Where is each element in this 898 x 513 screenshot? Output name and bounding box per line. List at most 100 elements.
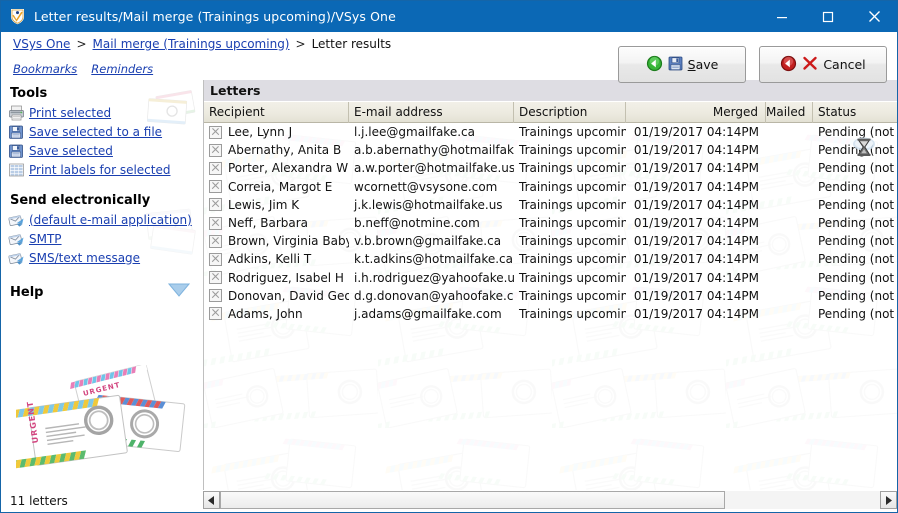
send-default-email-application-label: (default e-mail application) xyxy=(29,212,192,227)
minimize-button[interactable] xyxy=(759,1,805,32)
column-header-status[interactable]: Status xyxy=(813,102,896,123)
tool-save-selected[interactable]: Save selected xyxy=(2,141,202,160)
cell-merged: 01/19/2017 04:14PM xyxy=(633,197,759,212)
close-button[interactable] xyxy=(851,1,897,32)
table-row[interactable]: Donovan, David George d.g.donovan@yahoofa… xyxy=(204,287,897,305)
cell-email: b.neff@notmine.com xyxy=(354,216,480,231)
help-section-header[interactable]: Help xyxy=(2,283,202,301)
table-row[interactable]: Porter, Alexandra W a.w.porter@hotmailfak… xyxy=(204,159,897,177)
column-header-email[interactable]: E-mail address xyxy=(349,101,514,123)
cell-status: Pending (not saved) xyxy=(818,288,896,303)
table-row[interactable]: Rodriguez, Isabel H i.h.rodriguez@yahoofa… xyxy=(204,269,897,287)
cancel-button[interactable]: Cancel xyxy=(759,46,887,83)
cell-mailed xyxy=(766,305,813,323)
table-row[interactable]: Adkins, Kelli T k.t.adkins@hotmailfake.ca… xyxy=(204,250,897,268)
table-row[interactable]: Lee, Lynn J l.j.lee@gmailfake.ca Trainings… xyxy=(204,123,897,141)
breadcrumb-separator: > xyxy=(76,37,87,51)
column-header-recipient[interactable]: Recipient xyxy=(204,101,349,123)
recipient-name: Adams, John xyxy=(228,306,303,321)
save-button[interactable]: Save xyxy=(618,46,746,83)
cell-merged: 01/19/2017 04:14PM xyxy=(633,252,759,267)
cell-status: Pending (not saved) xyxy=(818,306,896,321)
bookmarks-link[interactable]: Bookmarks xyxy=(13,62,77,76)
row-checkbox[interactable] xyxy=(209,271,222,285)
cell-description: Trainings upcoming xyxy=(519,125,626,140)
cell-recipient: Rodriguez, Isabel H xyxy=(204,269,349,287)
scrollbar-track[interactable] xyxy=(220,491,880,509)
row-checkbox[interactable] xyxy=(209,143,222,157)
cell-mailed xyxy=(766,232,813,250)
breadcrumb-item-mail-merge[interactable]: Mail merge (Trainings upcoming) xyxy=(93,37,290,51)
reminders-link[interactable]: Reminders xyxy=(91,62,153,76)
cell-mailed xyxy=(766,159,813,177)
triangle-right-icon[interactable] xyxy=(880,491,897,509)
green-back-arrow-icon xyxy=(646,55,663,75)
send-smtp[interactable]: SMTP xyxy=(2,229,202,248)
cell-description: Trainings upcoming xyxy=(519,161,626,176)
row-checkbox[interactable] xyxy=(209,198,222,212)
cell-email: wcornett@vsysone.com xyxy=(354,179,498,194)
cell-merged: 01/19/2017 04:14PM xyxy=(633,179,759,194)
cell-merged: 01/19/2017 04:14PM xyxy=(633,270,759,285)
window-title: Letter results/Mail merge (Trainings upc… xyxy=(34,9,396,24)
cell-description: Trainings upcoming xyxy=(519,252,626,267)
tool-print-labels-for-selected[interactable]: Print labels for selected xyxy=(2,160,202,179)
row-checkbox[interactable] xyxy=(209,289,222,303)
row-checkbox[interactable] xyxy=(209,252,222,266)
recipient-name: Lewis, Jim K xyxy=(228,197,300,212)
tool-save-selected-to-a-file[interactable]: Save selected to a file xyxy=(2,122,202,141)
cell-mailed xyxy=(766,269,813,287)
cell-recipient: Adkins, Kelli T xyxy=(204,250,349,268)
save-button-label: Save xyxy=(687,57,719,72)
blue-triangle-down-icon[interactable] xyxy=(167,283,191,301)
table-row[interactable]: Brown, Virginia Baby v.b.brown@gmailfake.… xyxy=(204,232,897,250)
cell-merged: 01/19/2017 04:14PM xyxy=(633,143,759,158)
cell-status: Pending (not saved) xyxy=(818,179,896,194)
scrollbar-thumb[interactable] xyxy=(220,491,725,509)
row-checkbox[interactable] xyxy=(209,180,222,194)
send-mail-icon xyxy=(8,250,25,266)
send-smtp-label: SMTP xyxy=(29,231,62,246)
table-row[interactable]: Adams, John j.adams@gmailfake.com Training… xyxy=(204,305,897,323)
table-row[interactable]: Lewis, Jim K j.k.lewis@hotmailfake.us Trai… xyxy=(204,196,897,214)
cell-description: Trainings upcoming xyxy=(519,179,626,194)
table-row[interactable]: Abernathy, Anita B a.b.abernathy@hotmailf… xyxy=(204,141,897,159)
column-header-merged[interactable]: Merged xyxy=(626,101,766,123)
table-row[interactable]: Correia, Margot E wcornett@vsysone.com Tra… xyxy=(204,178,897,196)
cell-description: Trainings upcoming xyxy=(519,288,626,303)
recipient-name: Porter, Alexandra W xyxy=(228,161,349,176)
maximize-button[interactable] xyxy=(805,1,851,32)
cell-recipient: Porter, Alexandra W xyxy=(204,159,349,177)
cell-mailed xyxy=(766,250,813,268)
tool-print-labels-for-selected-label: Print labels for selected xyxy=(29,162,171,177)
send-default-email-application[interactable]: (default e-mail application) xyxy=(2,210,202,229)
cell-recipient: Neff, Barbara xyxy=(204,214,349,232)
column-header-description[interactable]: Description xyxy=(514,101,626,123)
row-checkbox[interactable] xyxy=(209,307,222,321)
table-row[interactable]: Neff, Barbara b.neff@notmine.com Trainings… xyxy=(204,214,897,232)
row-checkbox[interactable] xyxy=(209,216,222,230)
floppy-disk-icon xyxy=(8,124,25,140)
cell-status: Pending (not saved) xyxy=(818,143,896,158)
triangle-left-icon[interactable] xyxy=(203,491,220,509)
cell-merged: 01/19/2017 04:14PM xyxy=(633,216,759,231)
save-button-label-rest: ave xyxy=(695,57,719,72)
cell-email: d.g.donovan@yahoofake.com xyxy=(354,288,514,303)
cell-recipient: Lee, Lynn J xyxy=(204,123,349,141)
cell-recipient: Abernathy, Anita B xyxy=(204,141,349,159)
cell-email: l.j.lee@gmailfake.ca xyxy=(354,125,475,140)
cell-email: v.b.brown@gmailfake.ca xyxy=(354,234,502,249)
cell-status: Pending (not saved) xyxy=(818,216,896,231)
row-checkbox[interactable] xyxy=(209,125,222,139)
row-checkbox[interactable] xyxy=(209,161,222,175)
tool-save-selected-label: Save selected xyxy=(29,143,113,158)
send-sms-text-message[interactable]: SMS/text message xyxy=(2,248,202,267)
breadcrumb-item-vsys-one[interactable]: VSys One xyxy=(13,37,70,51)
tool-print-selected[interactable]: Print selected xyxy=(2,103,202,122)
column-header-mailed[interactable]: Mailed xyxy=(766,101,813,123)
row-checkbox[interactable] xyxy=(209,234,222,248)
cell-status: Pending (not saved) xyxy=(818,161,896,176)
floppy-disk-icon xyxy=(8,143,25,159)
horizontal-scrollbar[interactable] xyxy=(203,491,897,509)
cell-recipient: Donovan, David George xyxy=(204,287,349,305)
